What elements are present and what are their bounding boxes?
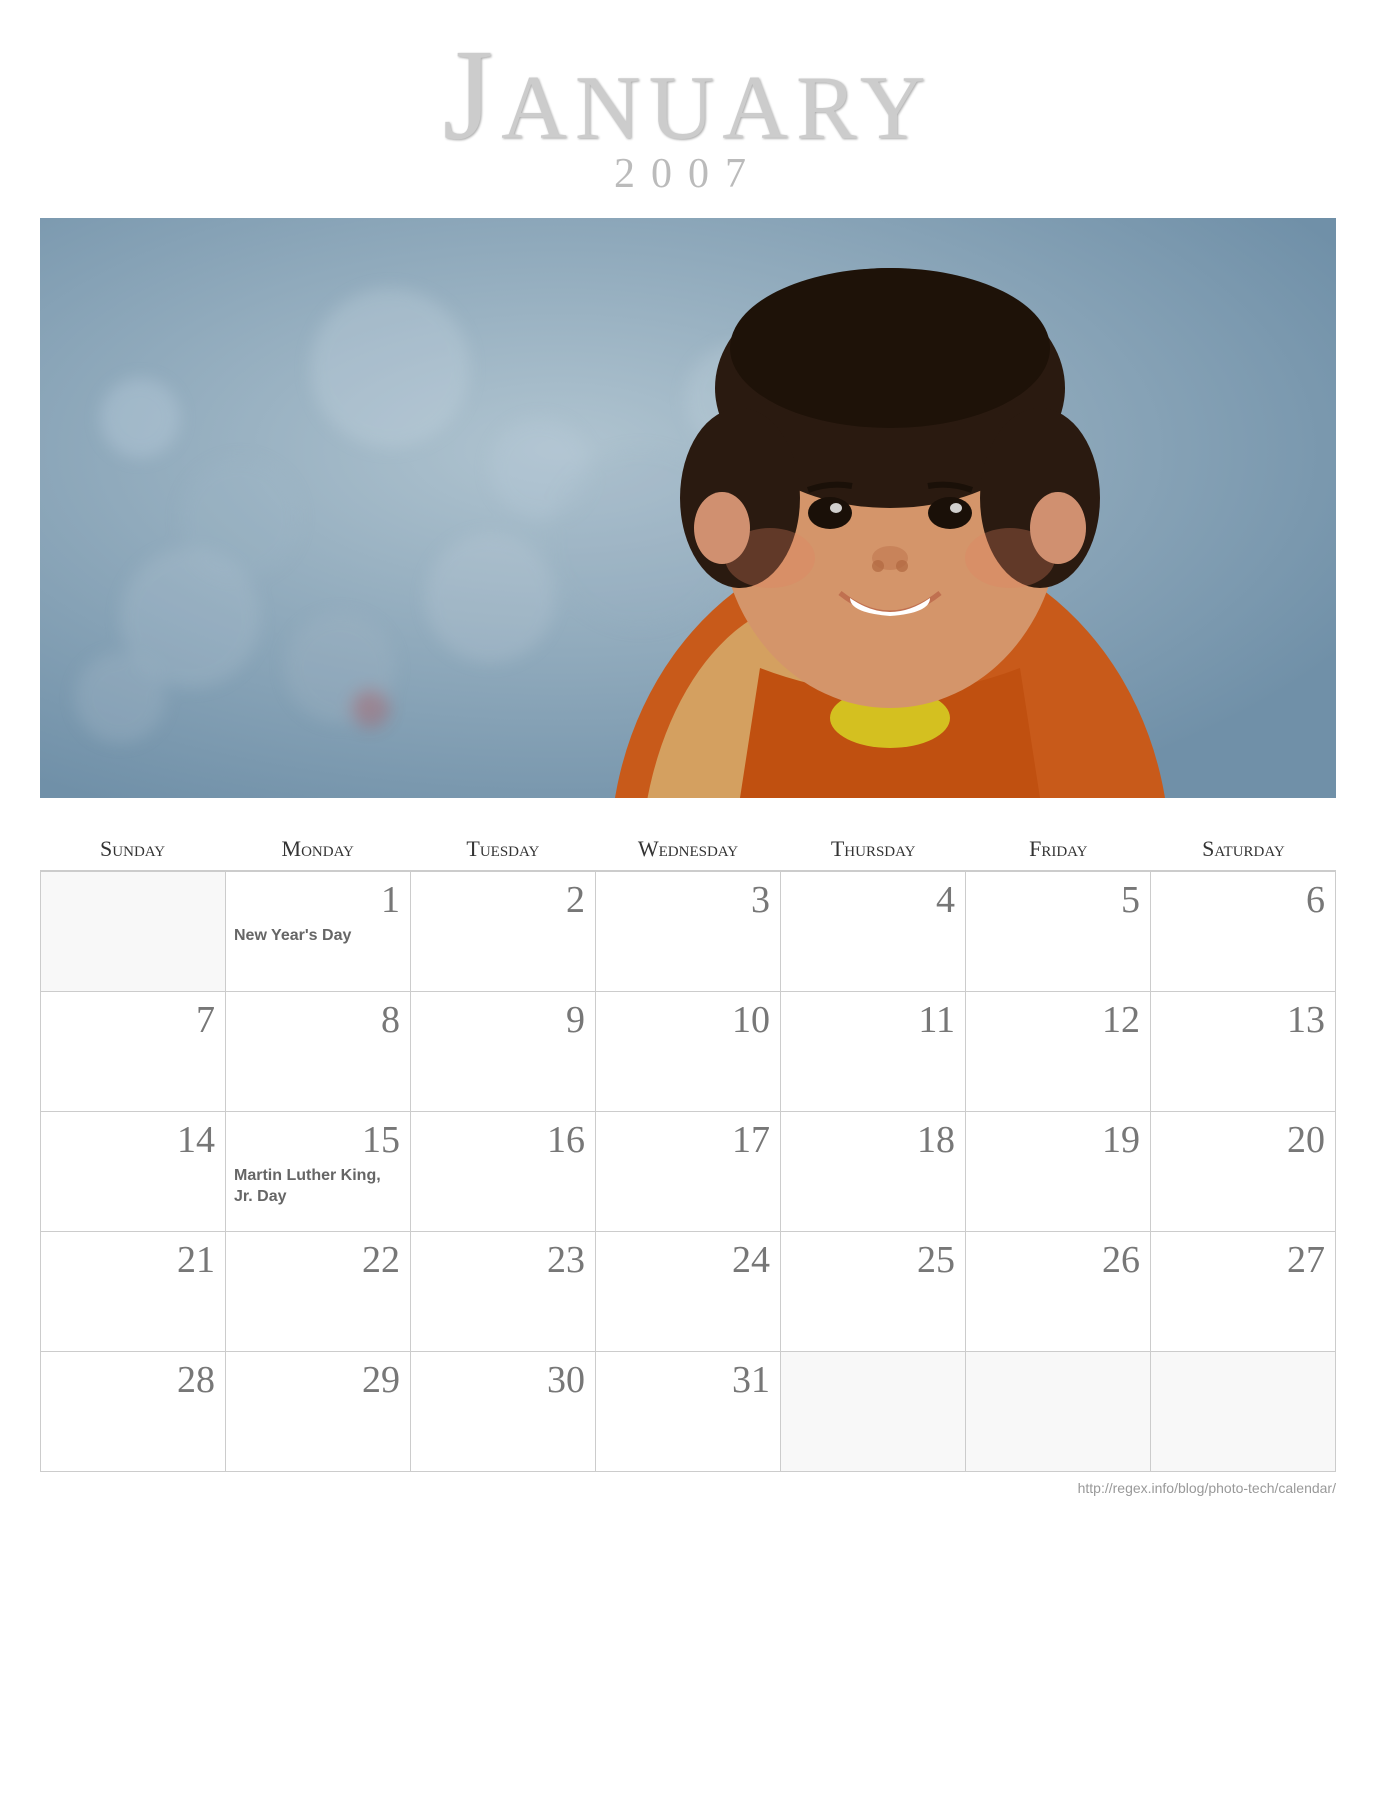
page-title: January 2007: [443, 30, 934, 218]
calendar-cell-jan4: 4: [781, 872, 966, 992]
calendar-cell-jan26: 26: [966, 1232, 1151, 1352]
calendar-cell-jan22: 22: [226, 1232, 411, 1352]
calendar-cell-jan19: 19: [966, 1112, 1151, 1232]
day-header-wednesday: Wednesday: [595, 828, 780, 870]
calendar-cell-jan8: 8: [226, 992, 411, 1112]
calendar-cell-jan3: 3: [596, 872, 781, 992]
calendar-cell-jan12: 12: [966, 992, 1151, 1112]
calendar-cell-jan23: 23: [411, 1232, 596, 1352]
calendar-cell-jan29: 29: [226, 1352, 411, 1472]
day-header-thursday: Thursday: [781, 828, 966, 870]
calendar-cell-jan17: 17: [596, 1112, 781, 1232]
day-header-saturday: Saturday: [1151, 828, 1336, 870]
day-header-sunday: Sunday: [40, 828, 225, 870]
calendar-cell-jan28: 28: [41, 1352, 226, 1472]
calendar-cell-jan6: 6: [1151, 872, 1336, 992]
calendar-cell-jan2: 2: [411, 872, 596, 992]
calendar-cell-jan7: 7: [41, 992, 226, 1112]
month-heading: January: [443, 30, 934, 160]
calendar-cell-jan9: 9: [411, 992, 596, 1112]
calendar-cell-jan14: 14: [41, 1112, 226, 1232]
calendar-cell-jan13: 13: [1151, 992, 1336, 1112]
photo-container: [40, 218, 1336, 798]
calendar-cell-jan15: 15 Martin Luther King, Jr. Day: [226, 1112, 411, 1232]
calendar-cell-jan1: 1 New Year's Day: [226, 872, 411, 992]
calendar-cell-jan10: 10: [596, 992, 781, 1112]
calendar-grid: 1 New Year's Day 2 3 4 5 6 7 8 9 10: [40, 871, 1336, 1472]
calendar-cell-jan31: 31: [596, 1352, 781, 1472]
calendar-cell-jan25: 25: [781, 1232, 966, 1352]
calendar-cell-jan20: 20: [1151, 1112, 1336, 1232]
holiday-mlk-day: Martin Luther King, Jr. Day: [234, 1166, 400, 1208]
calendar-cell-jan30: 30: [411, 1352, 596, 1472]
holiday-new-years-day: New Year's Day: [234, 926, 400, 947]
calendar-cell-jan18: 18: [781, 1112, 966, 1232]
calendar-cell-jan27: 27: [1151, 1232, 1336, 1352]
calendar-cell-empty-2: [781, 1352, 966, 1472]
calendar-cell-jan21: 21: [41, 1232, 226, 1352]
calendar-cell-jan24: 24: [596, 1232, 781, 1352]
footer-url: http://regex.info/blog/photo-tech/calend…: [40, 1480, 1336, 1496]
day-header-friday: Friday: [966, 828, 1151, 870]
calendar-cell-empty-4: [1151, 1352, 1336, 1472]
calendar-cell-jan11: 11: [781, 992, 966, 1112]
calendar-cell-jan5: 5: [966, 872, 1151, 992]
calendar-cell-empty: [41, 872, 226, 992]
day-headers: Sunday Monday Tuesday Wednesday Thursday…: [40, 828, 1336, 871]
calendar-section: Sunday Monday Tuesday Wednesday Thursday…: [40, 828, 1336, 1472]
day-header-monday: Monday: [225, 828, 410, 870]
calendar-cell-empty-3: [966, 1352, 1151, 1472]
day-header-tuesday: Tuesday: [410, 828, 595, 870]
calendar-cell-jan16: 16: [411, 1112, 596, 1232]
